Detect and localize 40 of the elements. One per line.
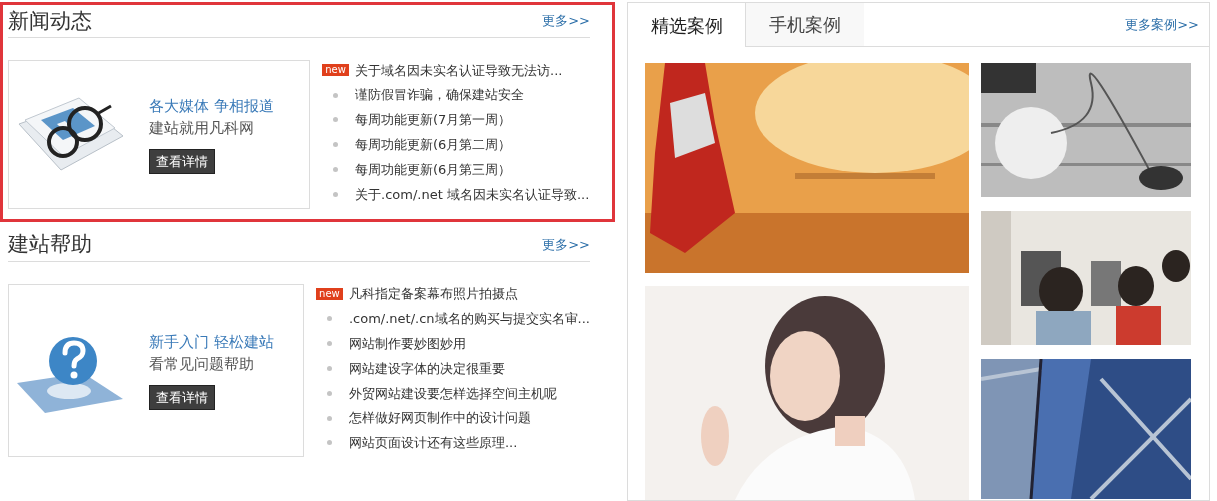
new-badge: new (322, 64, 349, 77)
section-title: 建站帮助 (8, 234, 92, 256)
news-link[interactable]: 怎样做好网页制作中的设计问题 (348, 408, 531, 428)
bullet-icon (333, 117, 338, 123)
new-badge: new (315, 288, 343, 301)
promo-headline: 各大媒体 争相报道 (149, 95, 274, 117)
news-link[interactable]: 网站建设字体的决定很重要 (348, 358, 505, 379)
promo-banner[interactable]: 新手入门 轻松建站 看常见问题帮助 查看详情 (8, 283, 304, 458)
bullet-icon (333, 167, 338, 173)
bullet-icon (333, 142, 338, 148)
news-link[interactable]: 谨防假冒诈骗，确保建站安全 (355, 85, 524, 105)
promo-subline: 看常见问题帮助 (149, 353, 255, 375)
details-button[interactable]: 查看详情 (149, 384, 215, 411)
bullet-icon (333, 191, 338, 197)
news-link[interactable]: 凡科指定备案幕布照片拍摄点 (348, 284, 518, 304)
promo-subline: 建站就用凡科网 (149, 117, 255, 139)
news-link[interactable]: 每周功能更新(6月第三周） (355, 159, 512, 180)
news-link[interactable]: 每周功能更新(6月第二周） (355, 135, 512, 155)
more-cases-link[interactable]: 更多案例>> (1125, 14, 1199, 35)
section-title: 新闻动态 (8, 10, 92, 32)
bullet-icon (326, 440, 332, 446)
news-link[interactable]: 外贸网站建设要怎样选择空间主机呢 (348, 383, 557, 404)
case-tab[interactable]: 手机案例 (746, 3, 864, 47)
bullet-icon (326, 341, 332, 347)
bullet-icon (326, 415, 332, 421)
news-link[interactable]: 网站制作要妙图妙用 (348, 334, 466, 354)
promo-banner[interactable]: 各大媒体 争相报道 建站就用凡科网 查看详情 (8, 60, 310, 209)
details-button[interactable]: 查看详情 (149, 148, 215, 175)
news-link[interactable]: 关于.com/.net 域名因未实名认证导致... (355, 184, 590, 205)
news-link[interactable]: 每周功能更新(7月第一周） (355, 110, 512, 130)
more-link[interactable]: 更多>> (542, 235, 590, 255)
more-link[interactable]: 更多>> (542, 11, 590, 31)
bullet-icon (326, 390, 332, 396)
news-link[interactable]: .com/.net/.cn域名的购买与提交实名审... (348, 309, 590, 329)
news-link[interactable]: 关于域名因未实名认证导致无法访... (355, 60, 563, 81)
bullet-icon (326, 366, 332, 372)
promo-headline: 新手入门 轻松建站 (149, 331, 274, 353)
bullet-icon (333, 92, 338, 98)
bullet-icon (326, 316, 332, 322)
news-link[interactable]: 网站页面设计还有这些原理... (348, 433, 518, 453)
